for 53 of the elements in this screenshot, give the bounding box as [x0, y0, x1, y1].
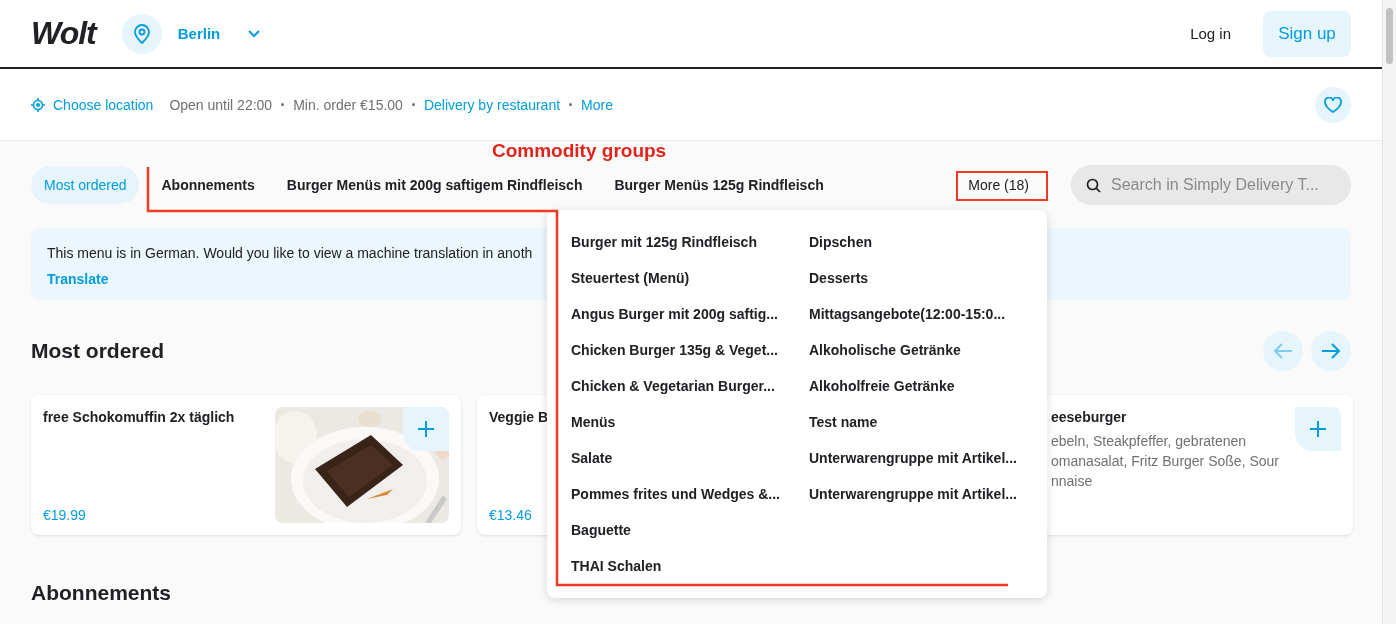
separator-dot: [411, 103, 415, 106]
arrow-right-icon: [1321, 343, 1341, 359]
arrow-left-icon: [1273, 343, 1293, 359]
annotation-label: Commodity groups: [492, 140, 667, 162]
dropdown-item[interactable]: Angus Burger mit 200g saftig...: [571, 306, 778, 322]
banner-text: This menu is in German. Would you like to view a machine translation in anoth: [47, 245, 534, 261]
chevron-down-icon: [248, 29, 261, 38]
separator-dot: [281, 103, 285, 106]
search-icon: [1086, 178, 1101, 193]
menu-item-card[interactable]: free Schokomuffin 2x täglich €19.99: [31, 395, 461, 535]
separator-dot: [569, 103, 573, 106]
dropdown-item[interactable]: Dipschen: [809, 234, 872, 250]
scrollbar[interactable]: [1382, 0, 1396, 624]
add-button[interactable]: [1295, 407, 1341, 451]
map-pin-icon: [132, 23, 151, 44]
dropdown-item[interactable]: Alkoholische Getränke: [809, 342, 961, 358]
dropdown-item[interactable]: Mittagsangebote(12:00-15:0...: [809, 306, 1006, 322]
crosshair-icon: [31, 97, 45, 112]
dropdown-item[interactable]: Burger mit 125g Rindfleisch: [571, 234, 757, 250]
more-categories-button[interactable]: More (18): [954, 170, 1043, 200]
info-text: Min. order €15.00: [293, 96, 403, 113]
item-price: €13.46: [489, 507, 533, 523]
dropdown-item[interactable]: Baguette: [571, 522, 631, 538]
dropdown-item[interactable]: Chicken Burger 135g & Veget...: [571, 342, 778, 358]
item-description: ebeln, Steakpfeffer, gebratenen omanasalat, Fritz Burger Soße, Sour nnaise: [1051, 432, 1279, 491]
item-name: eeseburger: [1051, 409, 1127, 425]
dropdown-item[interactable]: Alkoholfreie Getränke: [809, 378, 955, 394]
search-field[interactable]: Search in Simply Delivery T...: [1071, 165, 1351, 205]
dropdown-item[interactable]: Pommes frites und Wedges &...: [571, 486, 780, 502]
item-price: €19.99: [43, 507, 87, 523]
category-tab[interactable]: Burger Menüs 125g Rindfleisch: [598, 166, 840, 204]
dropdown-item[interactable]: THAI Schalen: [571, 558, 662, 574]
item-name: Veggie B: [489, 409, 549, 425]
login-button[interactable]: Log in: [1182, 19, 1239, 48]
item-name: free Schokomuffin 2x täglich: [43, 409, 235, 425]
dropdown-item[interactable]: Salate: [571, 450, 613, 466]
section-heading: Abonnements: [31, 581, 171, 605]
heart-icon: [1324, 96, 1342, 113]
dropdown-item[interactable]: Desserts: [809, 270, 869, 286]
logo[interactable]: Wolt: [31, 15, 96, 52]
info-text: Open until 22:00: [169, 96, 273, 113]
category-tab[interactable]: Burger Menüs mit 200g saftigem Rindfleisch: [270, 166, 599, 204]
next-button[interactable]: [1311, 331, 1351, 371]
plus-icon: [1309, 420, 1327, 438]
dropdown-item[interactable]: Test name: [809, 414, 878, 430]
plus-icon: [417, 420, 435, 438]
add-button[interactable]: [403, 407, 449, 451]
favorite-button[interactable]: [1315, 86, 1351, 123]
dropdown-item[interactable]: Chicken & Vegetarian Burger...: [571, 378, 775, 394]
dropdown-item[interactable]: Steuertest (Menü): [571, 270, 690, 286]
dropdown-item[interactable]: Menüs: [571, 414, 616, 430]
category-tab[interactable]: Abonnements: [145, 166, 271, 204]
section-heading: Most ordered: [31, 339, 164, 363]
